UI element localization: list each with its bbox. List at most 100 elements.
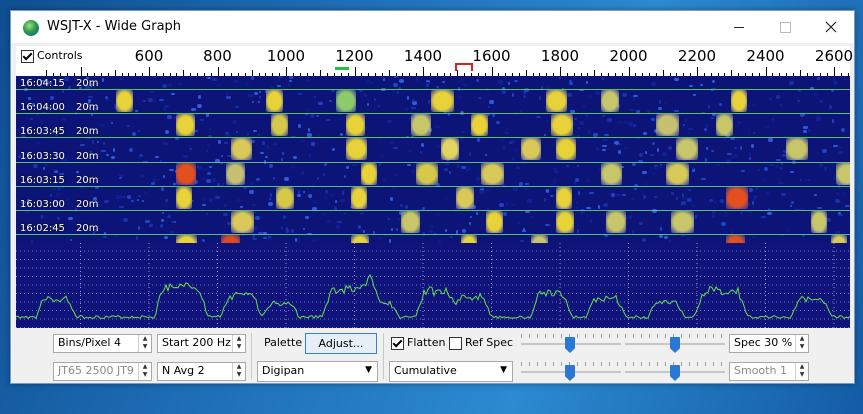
frequency-label: 2000 — [609, 47, 648, 65]
frequency-label: 600 — [134, 47, 164, 65]
period-timestamp: 16:03:15 — [20, 174, 65, 186]
signal-trace — [346, 114, 365, 137]
spin-arrows-icon[interactable]: ▲ ▼ — [232, 335, 245, 352]
mode-spinbox[interactable]: JT65 2500 JT9 ▲ ▼ — [53, 362, 152, 381]
signal-trace — [731, 90, 747, 112]
signal-trace — [531, 235, 548, 243]
zero-2d-slider[interactable] — [521, 362, 621, 382]
frequency-label: 1400 — [403, 47, 443, 65]
n-avg-spinbox[interactable]: N Avg 2 ▲ ▼ — [157, 362, 246, 381]
signal-trace — [726, 186, 748, 209]
window-title: WSJT-X - Wide Graph — [47, 19, 182, 34]
signal-trace — [461, 235, 477, 243]
spin-arrows-icon[interactable]: ▲ ▼ — [795, 363, 808, 380]
signal-trace — [351, 235, 369, 243]
gain-slider[interactable] — [625, 334, 725, 354]
signal-trace — [231, 211, 254, 233]
controls-checkbox[interactable] — [21, 50, 34, 63]
rx-frequency-marker[interactable] — [335, 67, 349, 73]
signal-trace — [176, 186, 192, 209]
ref-spec-checkbox[interactable] — [449, 337, 462, 350]
signal-trace — [176, 114, 195, 137]
minimize-button[interactable] — [716, 11, 762, 43]
ref-spec-label: Ref Spec — [465, 336, 514, 349]
close-icon — [825, 21, 837, 33]
spin-arrows-icon[interactable]: ▲ ▼ — [232, 363, 245, 380]
separator — [251, 333, 252, 379]
start-frequency-spinbox[interactable]: Start 200 Hz ▲ ▼ — [157, 334, 246, 353]
spin-arrows-icon[interactable]: ▲ ▼ — [795, 335, 808, 352]
frequency-tick — [628, 67, 630, 76]
band-label: 20m — [76, 78, 99, 89]
band-label: 20m — [76, 150, 99, 162]
band-label: 20m — [76, 199, 99, 210]
spin-arrows-icon[interactable]: ▲ ▼ — [138, 363, 151, 380]
spec-percent-spinbox[interactable]: Spec 30 % ▲ ▼ — [729, 334, 809, 353]
frequency-tick — [423, 67, 424, 76]
signal-trace — [831, 235, 847, 243]
zero-slider[interactable] — [521, 334, 621, 354]
flatten-label: Flatten — [407, 336, 446, 349]
period-timestamp: 16:02:45 — [20, 223, 65, 235]
frequency-tick — [80, 67, 82, 76]
title-bar[interactable]: WSJT-X - Wide Graph — [11, 11, 854, 43]
frequency-tick — [491, 67, 493, 76]
signal-trace — [556, 138, 576, 161]
close-button[interactable] — [808, 11, 854, 43]
signal-trace — [441, 138, 459, 161]
bins-per-pixel-spinbox[interactable]: Bins/Pixel 4 ▲ ▼ — [53, 334, 152, 353]
zero-2d-slider-thumb[interactable] — [565, 365, 575, 381]
period-separator-line — [16, 113, 850, 115]
period-separator-line — [16, 89, 850, 90]
signal-trace — [726, 235, 745, 243]
controls-label: Controls — [37, 49, 83, 62]
frequency-label: 1200 — [335, 47, 374, 65]
spin-arrows-icon[interactable]: ▲ ▼ — [138, 335, 151, 352]
signal-trace — [456, 186, 474, 209]
period-timestamp: 16:03:00 — [20, 199, 65, 210]
band-label: 20m — [76, 102, 99, 114]
signal-trace — [666, 162, 689, 185]
frequency-tick — [286, 67, 287, 76]
frequency-tick — [765, 67, 767, 76]
tx-frequency-marker[interactable] — [455, 63, 473, 71]
spectrum-mode-combobox[interactable]: Cumulative ▼ — [389, 361, 513, 382]
frequency-scale-strip[interactable]: Controls 600 800 1000 1200 1400 1600 1800 2000 2… — [16, 46, 854, 76]
waterfall-display[interactable]: 16:04:15 20m 16:04:00 20m 16:03:45 20m 16:03:3… — [16, 76, 850, 243]
zero-slider-thumb[interactable] — [565, 337, 575, 353]
chevron-down-icon: ▼ — [500, 365, 507, 375]
gain-2d-slider-thumb[interactable] — [670, 365, 680, 381]
signal-trace — [556, 211, 574, 233]
frequency-tick — [149, 67, 150, 76]
spectrum-plot[interactable] — [15, 243, 851, 328]
maximize-icon — [779, 21, 791, 33]
period-separator-line — [16, 161, 850, 163]
gain-2d-slider[interactable] — [625, 362, 725, 382]
signal-trace — [811, 211, 827, 233]
signal-trace — [231, 138, 252, 161]
signal-trace — [266, 90, 283, 112]
frequency-tick — [834, 67, 835, 76]
signal-trace — [606, 211, 626, 233]
frequency-tick — [560, 67, 561, 76]
flatten-checkbox[interactable] — [391, 337, 404, 350]
smooth-spinbox[interactable]: Smooth 1 ▲ ▼ — [729, 362, 809, 381]
period-timestamp: 16:03:45 — [20, 126, 65, 138]
signal-trace — [601, 162, 622, 185]
period-timestamp: 16:03:30 — [20, 150, 65, 162]
period-separator-line — [16, 185, 850, 187]
signal-trace — [221, 235, 240, 243]
spectrum-mode-value: Cumulative — [394, 364, 457, 377]
signal-trace — [271, 114, 288, 137]
frequency-label: 2600 — [814, 47, 854, 65]
period-timestamp: 16:04:00 — [20, 102, 65, 114]
palette-combobox[interactable]: Digipan ▼ — [257, 361, 378, 382]
adjust-button[interactable]: Adjust... — [305, 333, 377, 354]
maximize-button[interactable] — [762, 11, 808, 43]
signal-trace — [786, 138, 808, 161]
signal-trace — [411, 114, 431, 137]
gain-slider-thumb[interactable] — [670, 337, 680, 353]
signal-trace — [416, 162, 438, 185]
frequency-label: 1800 — [540, 47, 580, 65]
signal-trace — [521, 138, 541, 161]
